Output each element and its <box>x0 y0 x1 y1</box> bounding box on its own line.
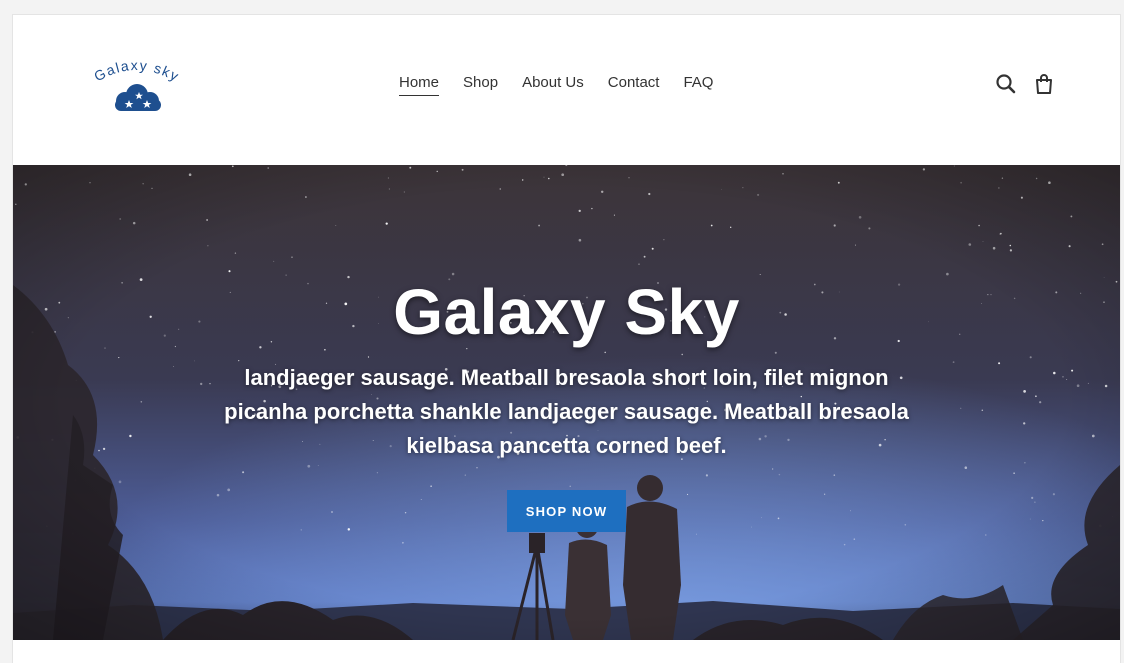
logo[interactable]: Galaxy sky <box>87 51 187 113</box>
search-icon[interactable] <box>994 72 1018 96</box>
hero-description: landjaeger sausage. Meatball bresaola sh… <box>224 365 909 458</box>
shop-now-button[interactable]: SHOP NOW <box>507 490 626 532</box>
svg-text:Galaxy sky: Galaxy sky <box>91 57 182 85</box>
nav-faq[interactable]: FAQ <box>683 73 713 96</box>
hero-title: Galaxy Sky <box>393 276 740 348</box>
cart-icon[interactable] <box>1032 72 1056 96</box>
nav-shop[interactable]: Shop <box>463 73 498 96</box>
site-header: Galaxy sky Home Shop About Us Contact FA… <box>13 15 1120 165</box>
nav-about-us[interactable]: About Us <box>522 73 584 96</box>
nav-home[interactable]: Home <box>399 73 440 96</box>
nav-contact[interactable]: Contact <box>608 73 660 96</box>
page: Galaxy sky Home Shop About Us Contact FA… <box>12 14 1121 663</box>
logo-text: Galaxy sky <box>91 57 181 85</box>
hero-banner: Galaxy Sky landjaeger sausage. Meatball … <box>13 165 1120 640</box>
main-nav: Home Shop About Us Contact FAQ <box>399 73 737 96</box>
hero-content: Galaxy Sky landjaeger sausage. Meatball … <box>13 165 1120 640</box>
